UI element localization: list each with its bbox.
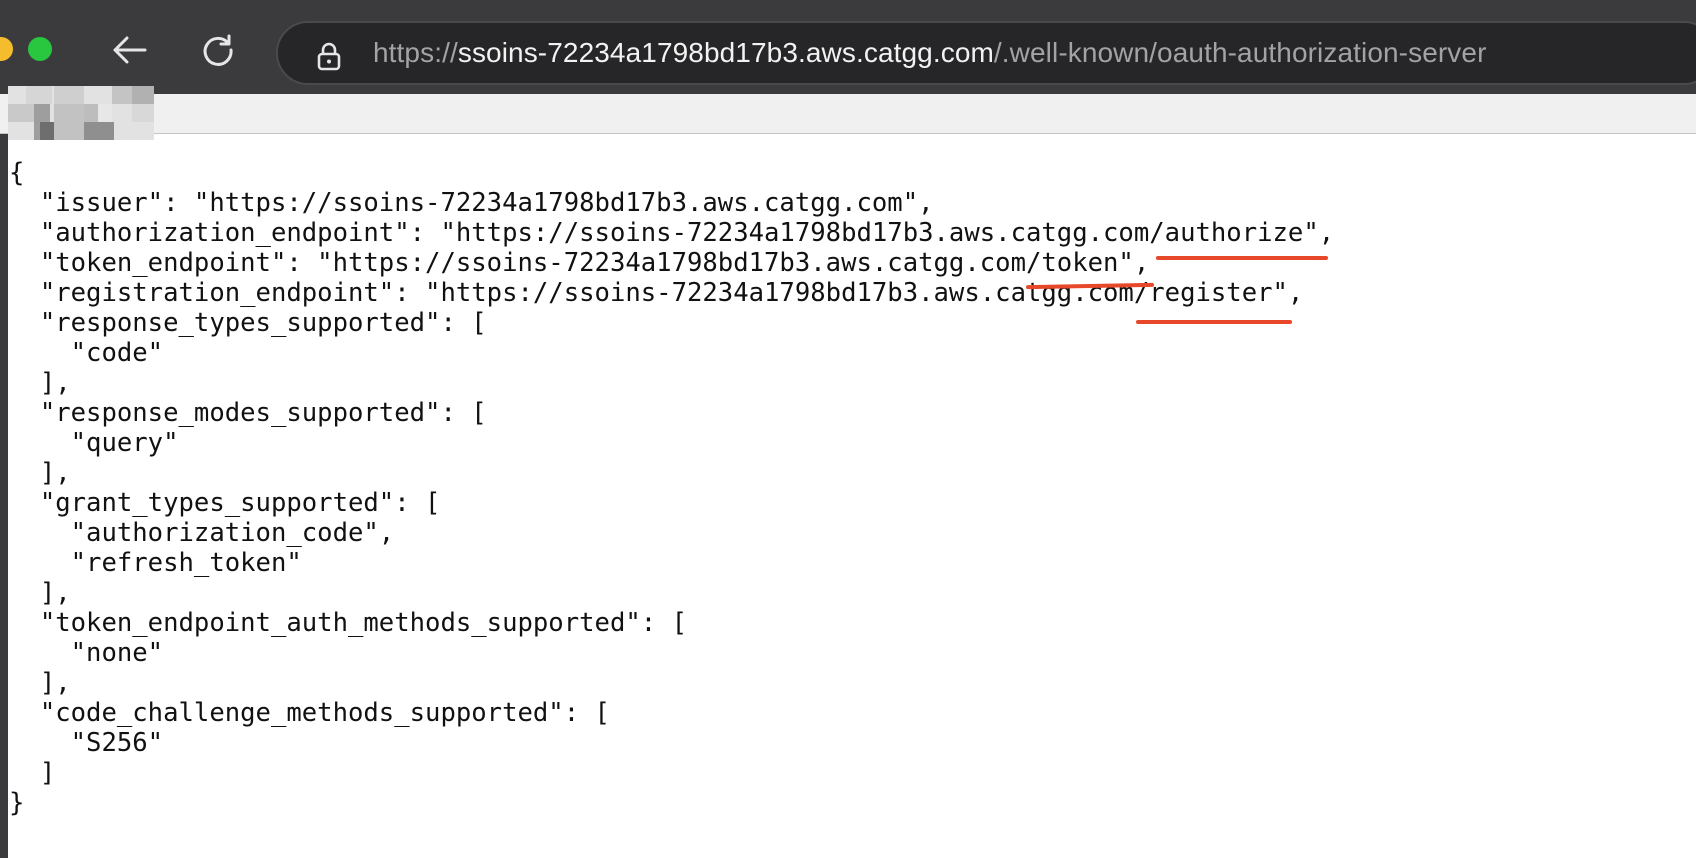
- json-response-types-key: "response_types_supported": [: [9, 308, 487, 338]
- json-response-types-close: ],: [9, 368, 71, 398]
- url-scheme: https://: [373, 37, 458, 68]
- window-zoom-button[interactable]: [28, 37, 52, 61]
- json-grant-types-key: "grant_types_supported": [: [9, 488, 441, 518]
- json-grant-types-value-2: "refresh_token": [9, 548, 302, 578]
- underline-register: [1136, 320, 1292, 324]
- json-response-modes-key: "response_modes_supported": [: [9, 398, 487, 428]
- json-challenge-key: "code_challenge_methods_supported": [: [9, 698, 610, 728]
- json-open-brace: {: [9, 158, 25, 188]
- json-auth-methods-key: "token_endpoint_auth_methods_supported":…: [9, 608, 687, 638]
- json-issuer: "issuer": "https://ssoins-72234a1798bd17…: [9, 188, 934, 218]
- json-response-types-value: "code": [9, 338, 164, 368]
- json-auth-methods-close: ],: [9, 668, 71, 698]
- redacted-tab-icon: [8, 86, 154, 140]
- url-host: ssoins-72234a1798bd17b3.aws.catgg.com: [457, 37, 994, 68]
- json-close-brace: }: [9, 788, 25, 818]
- reload-icon: [203, 34, 233, 66]
- address-bar[interactable]: https://ssoins-72234a1798bd17b3.aws.catg…: [276, 21, 1696, 85]
- reload-button[interactable]: [198, 30, 238, 70]
- window-minimize-button[interactable]: [0, 37, 13, 61]
- json-registration-endpoint: "registration_endpoint": "https://ssoins…: [9, 278, 1304, 308]
- window-left-edge: [0, 134, 8, 858]
- browser-titlebar: https://ssoins-72234a1798bd17b3.aws.catg…: [0, 0, 1696, 94]
- json-authorization-endpoint: "authorization_endpoint": "https://ssoin…: [9, 218, 1335, 248]
- json-token-endpoint: "token_endpoint": "https://ssoins-72234a…: [9, 248, 1150, 278]
- json-grant-types-close: ],: [9, 578, 71, 608]
- json-response-modes-value: "query": [9, 428, 179, 458]
- json-challenge-close: ]: [9, 758, 56, 788]
- json-auth-methods-value: "none": [9, 638, 164, 668]
- back-arrow-icon: [113, 36, 147, 64]
- bookmarks-toolbar: [0, 94, 1696, 134]
- url-text[interactable]: https://ssoins-72234a1798bd17b3.aws.catg…: [373, 38, 1487, 68]
- lock-icon: [317, 42, 341, 71]
- json-response-modes-close: ],: [9, 458, 71, 488]
- json-challenge-value: "S256": [9, 728, 164, 758]
- json-document: { "issuer": "https://ssoins-72234a1798bd…: [9, 158, 1334, 818]
- url-path: /.well-known/oauth-authorization-server: [993, 37, 1487, 68]
- json-grant-types-value-1: "authorization_code",: [9, 518, 395, 548]
- underline-authorize: [1156, 256, 1328, 260]
- back-button[interactable]: [109, 30, 149, 70]
